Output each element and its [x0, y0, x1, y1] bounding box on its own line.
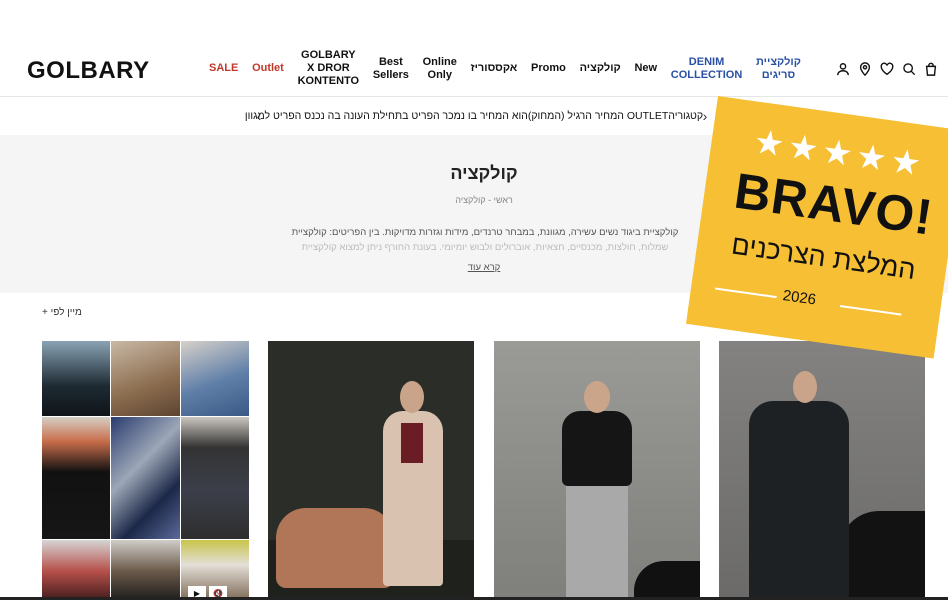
collage-image	[111, 417, 180, 539]
description-line: קולקציית ביגוד נשים עשירה, מגוונת, במבחר…	[291, 227, 679, 238]
collage-image	[111, 540, 180, 600]
badge-divider	[715, 287, 777, 299]
collage-image	[181, 417, 249, 539]
product-image-model	[749, 401, 849, 600]
collage-image	[42, 417, 110, 539]
product-image-model	[562, 411, 632, 486]
product-tile[interactable]	[494, 341, 700, 600]
product-image-head	[400, 381, 424, 413]
site-header: GOLBARY SALE Outlet GOLBARY X DROR KONTE…	[0, 40, 948, 97]
product-image-chair	[839, 511, 925, 600]
collage-grid	[42, 341, 249, 600]
nav-item-collection[interactable]: קולקציה	[576, 62, 625, 75]
collage-image	[111, 341, 180, 416]
product-image-head	[793, 371, 817, 403]
main-nav: SALE Outlet GOLBARY X DROR KONTENTO Best…	[205, 40, 805, 97]
search-icon[interactable]	[902, 62, 916, 76]
description-line-faded: שמלות, חולצות, מכנסיים, חצאיות, אוברולים…	[301, 242, 669, 253]
chevron-right-icon[interactable]: ›	[698, 109, 712, 123]
chevron-left-icon[interactable]: ‹	[252, 109, 266, 123]
header-icons	[836, 62, 938, 76]
nav-item-best-sellers[interactable]: Best Sellers	[369, 56, 413, 82]
nav-item-online-only[interactable]: Online Only	[419, 56, 461, 82]
nav-item-promo[interactable]: Promo	[527, 62, 570, 75]
heart-icon[interactable]	[880, 62, 894, 76]
nav-item-denim-collection[interactable]: DENIM COLLECTION	[667, 56, 747, 82]
product-image-chair	[276, 508, 394, 588]
bravo-award-badge: ★★★★★ BRAVO! המלצת הצרכנים 2026	[685, 96, 948, 359]
nav-item-golbary-x-dror[interactable]: GOLBARY X DROR KONTENTO	[294, 49, 364, 88]
nav-item-accessories[interactable]: אקססוריז	[467, 62, 522, 75]
badge-divider	[839, 305, 902, 316]
nav-item-outlet[interactable]: Outlet	[248, 62, 288, 75]
brand-logo[interactable]: GOLBARY	[27, 57, 150, 85]
badge-year: 2026	[781, 287, 818, 309]
product-image-head	[584, 381, 610, 413]
product-tile-collage[interactable]: ▶ 🔇	[42, 341, 249, 600]
user-icon[interactable]	[836, 62, 850, 76]
location-pin-icon[interactable]	[858, 62, 872, 76]
category-description: קולקציית ביגוד נשים עשירה, מגוונת, במבחר…	[290, 225, 680, 255]
announcement-text: קטגוריהOUTLET המחיר הרגיל (המחוק)הוא המח…	[244, 110, 704, 122]
collage-image	[42, 341, 110, 416]
sort-button[interactable]: מיין לפי +	[42, 307, 82, 318]
nav-item-new[interactable]: New	[630, 62, 661, 75]
collage-image	[181, 341, 249, 416]
nav-item-sale[interactable]: SALE	[205, 62, 242, 75]
nav-item-knit-collection[interactable]: קולקציית סריגים	[752, 56, 805, 82]
product-tile[interactable]	[719, 341, 925, 600]
product-image-top	[401, 423, 423, 463]
product-tile[interactable]	[268, 341, 474, 600]
collage-image	[42, 540, 110, 600]
product-image-pants	[566, 481, 628, 600]
bag-icon[interactable]	[924, 62, 938, 76]
